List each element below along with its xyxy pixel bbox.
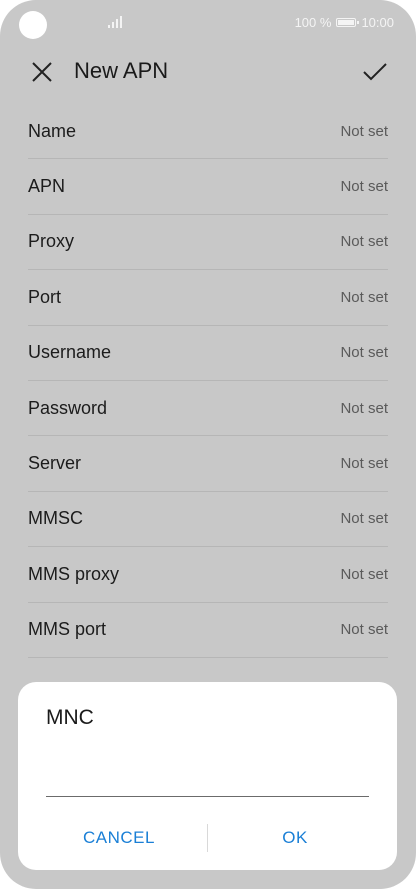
mnc-dialog: MNC CANCEL OK: [18, 682, 397, 870]
field-value: Not set: [340, 455, 388, 473]
check-icon[interactable]: [362, 60, 388, 84]
field-label: MMS port: [28, 619, 107, 640]
field-label: Password: [28, 397, 108, 418]
list-item[interactable]: MMS port Not set: [28, 603, 388, 658]
mnc-input[interactable]: [46, 772, 369, 797]
phone-screen: 100 % 10:00 New APN Name Not set APN Not se…: [0, 0, 416, 889]
field-label: MMS proxy: [28, 563, 120, 584]
list-item[interactable]: Username Not set: [28, 326, 388, 381]
list-item[interactable]: Password Not set: [28, 381, 388, 437]
field-label: Port: [28, 286, 62, 307]
list-item[interactable]: Server Not set: [28, 436, 388, 492]
list-item[interactable]: Port Not set: [28, 270, 388, 326]
signal-icon: [108, 16, 122, 28]
cancel-button[interactable]: CANCEL: [38, 820, 200, 856]
list-item[interactable]: MMS proxy Not set: [28, 547, 388, 603]
field-value: Not set: [340, 621, 388, 639]
button-divider: [207, 824, 208, 852]
field-label: APN: [28, 176, 66, 197]
dialog-title: MNC: [46, 706, 94, 729]
close-icon[interactable]: [30, 60, 54, 84]
field-value: Not set: [340, 288, 388, 306]
field-value: Not set: [340, 565, 388, 583]
ok-button[interactable]: OK: [214, 820, 376, 856]
battery-icon: [336, 18, 360, 27]
field-label: Username: [28, 342, 112, 363]
field-label: Name: [28, 120, 77, 141]
battery-percent: 100 %: [294, 15, 332, 30]
status-right: 100 % 10:00: [295, 15, 394, 30]
list-item[interactable]: Proxy Not set: [28, 215, 388, 271]
field-value: Not set: [340, 233, 388, 251]
page-title: New APN: [74, 58, 169, 83]
field-label: Proxy: [28, 231, 75, 252]
list-item[interactable]: Name Not set: [28, 104, 388, 160]
field-value: Not set: [340, 344, 388, 362]
list-item[interactable]: APN Not set: [28, 159, 388, 215]
app-bar: New APN: [0, 52, 416, 94]
field-value: Not set: [340, 178, 388, 196]
clock: 10:00: [361, 15, 394, 30]
list-item[interactable]: MMSC Not set: [28, 492, 388, 548]
apn-field-list: Name Not set APN Not set Proxy Not set Port Not…: [28, 104, 388, 658]
field-value: Not set: [340, 399, 388, 417]
field-value: Not set: [340, 122, 388, 140]
camera-cutout: [19, 11, 47, 39]
status-bar: 100 % 10:00: [0, 0, 416, 48]
field-label: MMSC: [28, 508, 83, 529]
field-value: Not set: [340, 510, 388, 528]
field-label: Server: [28, 453, 82, 474]
